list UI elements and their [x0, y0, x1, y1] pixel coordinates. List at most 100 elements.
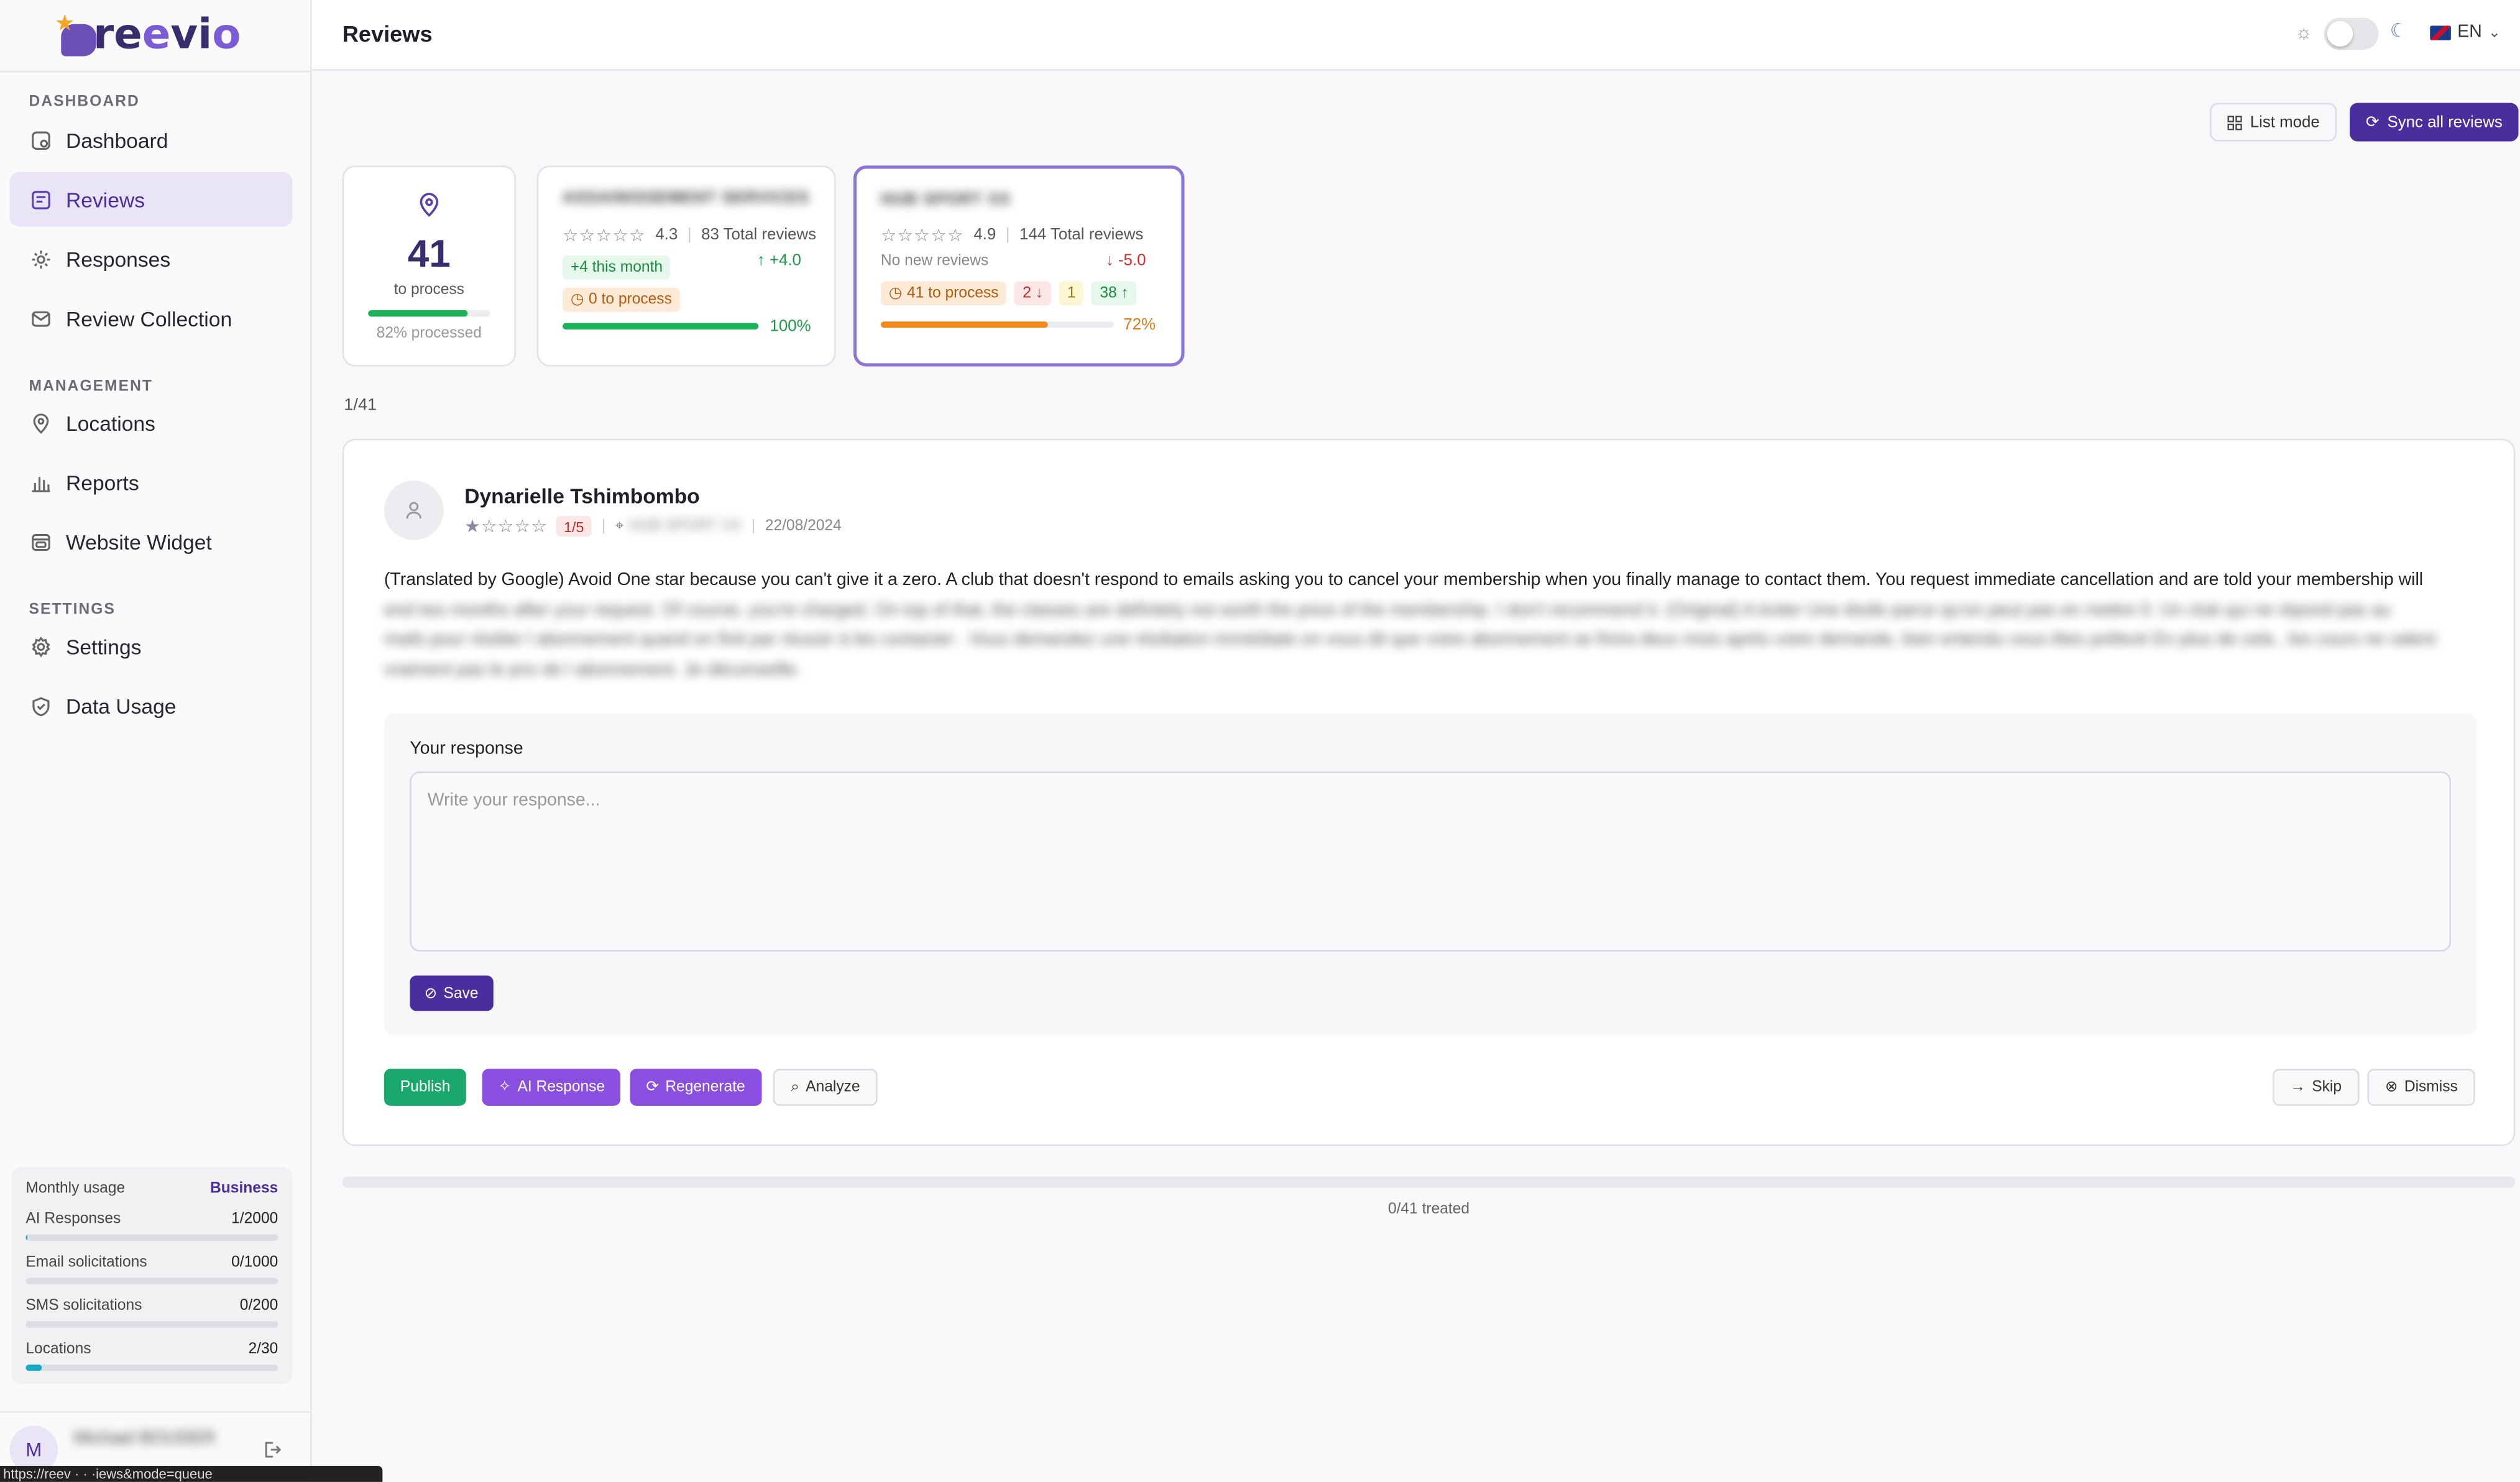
topbar: Reviews ☼ ☾ EN ⌄	[311, 0, 2520, 71]
shield-icon	[29, 694, 52, 717]
sidebar-item-responses[interactable]: Responses	[10, 231, 293, 286]
clock-icon: ◷	[888, 284, 903, 303]
location-pin-icon: ⌖	[615, 517, 624, 535]
user-icon	[406, 502, 422, 519]
widget-icon	[29, 530, 52, 553]
sidebar-item-website-widget[interactable]: Website Widget	[10, 514, 293, 569]
search-icon: ⌕	[791, 1078, 799, 1097]
usage-bar-email	[25, 1277, 278, 1284]
to-process-badge[interactable]: ◷ 41 to process	[880, 281, 1007, 306]
usage-label: AI Responses	[25, 1210, 121, 1228]
language-label: EN	[2457, 22, 2482, 42]
usage-bar-ai	[25, 1234, 278, 1241]
location-progress-pct: 72%	[1123, 316, 1156, 334]
arrow-down-icon: ↓	[1035, 284, 1044, 303]
section-label-management: MANAGEMENT	[29, 377, 153, 396]
language-selector[interactable]: EN ⌄	[2430, 22, 2501, 42]
sidebar-item-label: Review Collection	[66, 306, 232, 331]
ai-response-button[interactable]: ✧ AI Response	[482, 1069, 621, 1106]
sidebar-item-settings[interactable]: Settings	[10, 619, 293, 673]
moon-icon: ☾	[2389, 19, 2407, 42]
section-label-dashboard: DASHBOARD	[29, 93, 140, 111]
reviewer-avatar	[384, 481, 444, 540]
usage-value: 0/1000	[231, 1253, 278, 1272]
refresh-icon: ⟳	[646, 1078, 659, 1097]
close-circle-icon: ⊗	[2384, 1078, 2398, 1097]
logo-text: reevio	[93, 11, 241, 60]
positive-count-badge: 38 ↑	[1092, 281, 1137, 306]
review-card: Dynarielle Tshimbombo ★☆☆☆☆ 1/5 | ⌖ HUB …	[342, 438, 2516, 1146]
review-location: HUB SPORT XX	[628, 517, 742, 535]
theme-toggle[interactable]	[2324, 17, 2379, 50]
review-text: (Translated by Google) Avoid One star be…	[384, 570, 2436, 679]
dismiss-button[interactable]: ⊗ Dismiss	[2367, 1069, 2476, 1106]
usage-value: 0/200	[239, 1297, 278, 1315]
clock-icon: ◷	[570, 290, 584, 309]
sidebar-item-data-usage[interactable]: Data Usage	[10, 678, 293, 733]
neutral-count-badge: 1	[1059, 281, 1084, 306]
processed-progress	[368, 310, 490, 317]
monthly-usage-panel: Monthly usage Business AI Responses 1/200…	[11, 1167, 293, 1384]
regenerate-button[interactable]: ⟳ Regenerate	[630, 1069, 761, 1106]
usage-bar-sms	[25, 1321, 278, 1328]
no-new-reviews: No new reviews	[880, 252, 989, 270]
bar-chart-icon	[29, 471, 52, 494]
to-process-label: to process	[393, 281, 464, 299]
usage-label: Locations	[25, 1340, 91, 1358]
publish-button[interactable]: Publish	[384, 1069, 467, 1106]
logo-mark: ★	[55, 11, 103, 60]
responses-icon	[29, 247, 52, 270]
sidebar-item-reports[interactable]: Reports	[10, 455, 293, 510]
sidebar-item-label: Settings	[66, 633, 142, 658]
arrow-right-icon: →	[2290, 1078, 2306, 1097]
location-card-selected[interactable]: HUB SPORT XX ☆☆☆☆☆ 4.9 | 144 Total revie…	[853, 165, 1185, 367]
location-progress	[562, 323, 759, 330]
location-card[interactable]: ASSAINISSEMENT SERVICES ☆☆☆☆☆ 4.3 | 83 T…	[536, 165, 836, 367]
page-title: Reviews	[342, 21, 433, 47]
review-date: 22/08/2024	[765, 517, 842, 535]
star-rating-icon: ☆☆☆☆☆	[562, 226, 646, 246]
sidebar-item-label: Dashboard	[66, 127, 168, 152]
app-logo[interactable]: ★ reevio	[55, 6, 241, 64]
plan-badge[interactable]: Business	[210, 1180, 278, 1197]
location-pin-icon	[29, 412, 52, 434]
usage-label: SMS solicitations	[25, 1297, 142, 1315]
skip-button[interactable]: → Skip	[2272, 1069, 2360, 1106]
rating-value: 4.9	[973, 226, 996, 244]
logout-icon[interactable]	[262, 1438, 282, 1468]
star-rating-icon: ☆☆☆☆☆	[880, 226, 964, 246]
sidebar-item-label: Data Usage	[66, 693, 177, 718]
rating-trend: ↓ -5.0	[1105, 252, 1146, 270]
sidebar-item-reviews[interactable]: Reviews	[9, 172, 293, 227]
location-progress-pct: 100%	[770, 318, 811, 336]
sidebar-item-review-collection[interactable]: Review Collection	[10, 291, 293, 346]
treated-progress	[342, 1176, 2516, 1188]
summary-card[interactable]: 41 to process 82% processed	[342, 165, 516, 367]
reviews-icon	[29, 188, 52, 211]
total-reviews: 83 Total reviews	[701, 226, 817, 244]
response-textarea[interactable]	[410, 771, 2451, 952]
save-button[interactable]: ⊘ Save	[410, 975, 493, 1011]
list-mode-button[interactable]: List mode	[2210, 103, 2338, 142]
save-icon: ⊘	[424, 984, 438, 1003]
main-content: List mode ⟳ Sync all reviews 41 to proce…	[312, 72, 2520, 1481]
sparkle-icon: ✧	[498, 1078, 512, 1097]
section-label-settings: SETTINGS	[29, 601, 116, 619]
sidebar-item-dashboard[interactable]: Dashboard	[10, 113, 293, 167]
sync-all-reviews-button[interactable]: ⟳ Sync all reviews	[2350, 103, 2519, 142]
gear-icon	[29, 635, 52, 657]
sidebar-item-locations[interactable]: Locations	[10, 395, 293, 450]
mail-icon	[29, 307, 52, 329]
negative-count-badge: 2 ↓	[1014, 281, 1051, 306]
location-pin-icon	[418, 193, 440, 225]
to-process-count: 41	[407, 232, 451, 277]
sidebar-item-label: Locations	[66, 410, 155, 435]
usage-value: 2/30	[248, 1340, 278, 1358]
star-icon: ★	[54, 9, 75, 35]
star-rating-icon: ★☆☆☆☆	[464, 517, 548, 537]
uk-flag-icon	[2430, 25, 2451, 40]
to-process-badge[interactable]: ◷ 0 to process	[562, 287, 680, 312]
arrow-up-icon: ↑	[756, 252, 765, 270]
analyze-button[interactable]: ⌕ Analyze	[773, 1069, 878, 1106]
location-progress	[880, 321, 1114, 328]
